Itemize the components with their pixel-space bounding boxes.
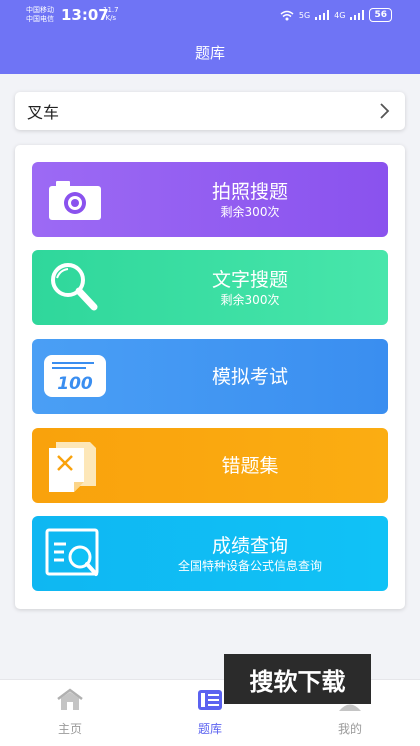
camera-icon	[49, 181, 101, 220]
feature-text: 文字搜题 剩余300次	[112, 250, 388, 325]
feature-subtitle: 剩余300次	[220, 292, 280, 307]
category-selector[interactable]: 叉车	[15, 92, 405, 130]
nav-label: 我的	[337, 722, 362, 736]
feature-title: 拍照搜题	[211, 180, 288, 203]
battery-indicator: 56	[369, 8, 392, 22]
feature-text: 模拟考试	[112, 339, 388, 414]
speed-unit: K/s	[105, 14, 117, 22]
feature-title: 错题集	[221, 454, 279, 477]
clock: 13:07	[61, 6, 109, 24]
watermark: 搜软下载	[224, 654, 371, 704]
status-bar: 中国移动 中国电信 13:07 11.7 K/s 5G 4G 56	[0, 0, 420, 30]
score-badge-text: 100	[57, 374, 93, 394]
text-search-button[interactable]: 文字搜题 剩余300次	[32, 250, 388, 325]
speed-value: 11.7	[103, 6, 119, 14]
nav-home[interactable]: 主页	[30, 688, 110, 737]
network-speed: 11.7 K/s	[103, 6, 119, 22]
feature-title: 文字搜题	[211, 268, 288, 291]
carrier-1: 中国移动	[26, 6, 54, 14]
feature-text: 拍照搜题 剩余300次	[112, 162, 388, 237]
feature-title: 模拟考试	[211, 365, 288, 388]
nav-label: 题库	[197, 722, 222, 736]
nav-label: 主页	[57, 722, 82, 736]
photo-search-button[interactable]: 拍照搜题 剩余300次	[32, 162, 388, 237]
category-label: 叉车	[27, 103, 60, 122]
wifi-icon	[280, 10, 294, 20]
system-icons: 5G 4G 56	[280, 8, 392, 22]
page-title: 题库	[194, 44, 225, 62]
carrier-2: 中国电信	[26, 15, 54, 23]
chevron-right-icon	[380, 103, 390, 119]
home-icon	[57, 688, 83, 710]
score-search-icon	[45, 528, 99, 576]
network-type-2: 4G	[334, 10, 346, 20]
signal-icon	[315, 10, 330, 20]
magnifier-icon	[51, 263, 98, 311]
network-type-1: 5G	[298, 10, 311, 20]
app-header: 中国移动 中国电信 13:07 11.7 K/s 5G 4G 56 题库	[0, 0, 420, 74]
score-100-icon: 100	[44, 355, 106, 397]
mock-exam-button[interactable]: 100 模拟考试	[32, 339, 388, 414]
feature-card: 拍照搜题 剩余300次 文字搜题 剩余300次 100 模拟考试 错题集 成绩查…	[15, 145, 405, 609]
wrong-questions-button[interactable]: 错题集	[32, 428, 388, 503]
feature-text: 错题集	[112, 428, 388, 503]
signal-2-icon	[350, 10, 365, 20]
carrier-info: 中国移动 中国电信	[26, 6, 54, 24]
feature-title: 成绩查询	[211, 534, 288, 557]
feature-subtitle: 全国特种设备公式信息查询	[177, 558, 322, 573]
feature-text: 成绩查询 全国特种设备公式信息查询	[112, 516, 388, 591]
score-query-button[interactable]: 成绩查询 全国特种设备公式信息查询	[32, 516, 388, 591]
feature-subtitle: 剩余300次	[220, 204, 280, 219]
question-bank-icon	[198, 690, 222, 710]
wrong-questions-icon	[49, 442, 96, 492]
